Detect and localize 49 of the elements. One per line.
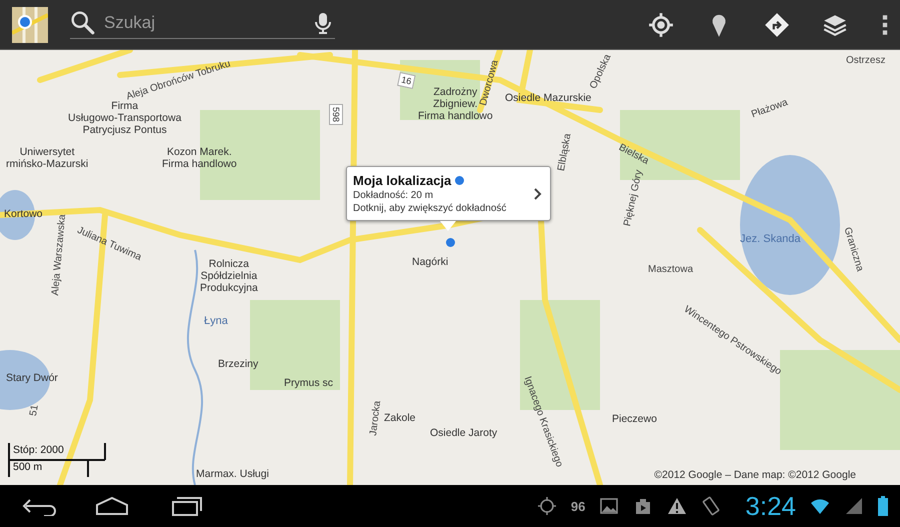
place-label: Osiedle Jaroty xyxy=(430,427,498,439)
place-label: Prymus sc xyxy=(284,377,334,389)
notification-count: 96 xyxy=(570,498,586,514)
hint-text: Dotknij, aby zwiększyć dokładność xyxy=(353,203,508,214)
place-label: Stary Dwór xyxy=(6,372,58,384)
image-icon xyxy=(599,496,620,516)
street-label: Masztowa xyxy=(648,264,694,276)
water-label: Łyna xyxy=(204,315,228,327)
search-field[interactable]: Szukaj xyxy=(102,12,305,34)
warning-icon xyxy=(667,496,688,516)
map-drawing[interactable] xyxy=(0,50,900,485)
my-location-icon[interactable] xyxy=(648,12,674,38)
street-label: 51 xyxy=(28,404,42,418)
route-number-sign: 598 xyxy=(329,104,343,126)
battery-icon xyxy=(878,496,888,516)
street-label: Jarocka xyxy=(368,400,384,436)
street-label: Elbląska xyxy=(556,132,574,172)
maps-app-icon[interactable] xyxy=(12,6,48,42)
place-label: Firma Usługowo-Transportowa Patrycjusz Pontus xyxy=(68,100,182,136)
signal-icon xyxy=(844,496,864,516)
directions-icon[interactable] xyxy=(764,12,790,38)
place-label: Zakole xyxy=(384,412,416,424)
place-label: Kortowo xyxy=(4,208,43,220)
street-label: Pięknej Góry xyxy=(622,169,646,228)
clock: 3:24 xyxy=(745,490,796,522)
street-label: Graniczna xyxy=(840,226,866,274)
gps-icon xyxy=(536,496,557,516)
place-label: Marmax. Usługi xyxy=(196,468,269,480)
accuracy-text: Dokładność: 20 m xyxy=(353,190,434,201)
search-icon[interactable] xyxy=(70,10,96,36)
callout-tail-icon xyxy=(440,221,456,231)
map-attribution: ©2012 Google – Dane map: ©2012 Google xyxy=(654,469,856,481)
street-label: Ostrzesz xyxy=(846,55,886,67)
info-title: Moja lokalizacja xyxy=(353,173,452,188)
screen-rotation-icon xyxy=(701,496,722,516)
place-label: Kozon Marek. Firma handlowo xyxy=(162,146,237,170)
home-icon[interactable] xyxy=(94,496,130,516)
place-label: Pieczewo xyxy=(612,413,657,425)
scale-bar-icon xyxy=(8,443,106,477)
place-label: Nagórki xyxy=(412,256,448,268)
place-label: Uniwersytet rmińsko-Mazurski xyxy=(6,146,88,170)
location-dot-icon xyxy=(455,176,464,185)
info-window[interactable]: Moja lokalizacja Dokładność: 20 m Dotknij, aby zwiększyć dokładność xyxy=(346,166,551,221)
place-label: Rolnicza Spółdzielnia Produkcyjna xyxy=(200,258,258,294)
chevron-icon xyxy=(534,188,542,200)
place-label: Brzeziny xyxy=(218,358,258,370)
scale-feet-label: Stóp: 2000 xyxy=(13,444,64,456)
street-label: Aleja Warszawska xyxy=(50,214,70,296)
scale-meters-label: 500 m xyxy=(13,461,42,473)
